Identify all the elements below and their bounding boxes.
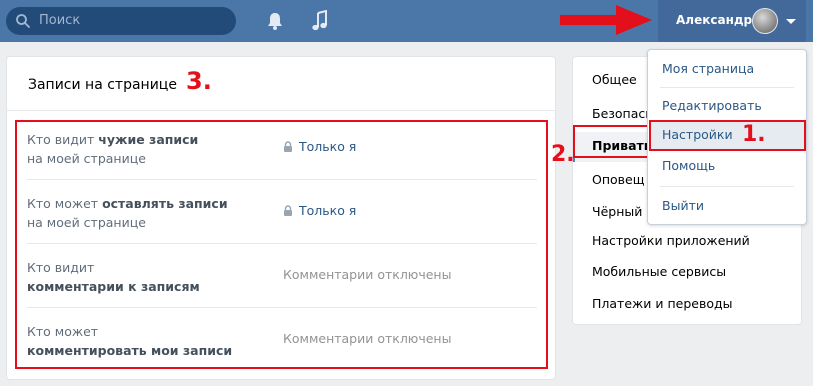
annotation-box-privacy bbox=[573, 125, 651, 158]
divider bbox=[660, 186, 794, 187]
annotation-label-1: 1. bbox=[742, 122, 766, 147]
privacy-posts-panel: Записи на странице 3. Кто видит чужие за… bbox=[6, 56, 556, 380]
menu-item-payments[interactable]: Платежи и переводы bbox=[592, 296, 733, 311]
annotation-arrow-icon bbox=[560, 5, 652, 35]
dropdown-item-logout[interactable]: Выйти bbox=[662, 198, 704, 213]
user-name: Александр bbox=[676, 13, 753, 27]
divider bbox=[7, 110, 555, 111]
search-box[interactable]: Поиск bbox=[6, 7, 236, 35]
top-bar: Поиск Александр bbox=[0, 0, 813, 42]
dropdown-item-help[interactable]: Помощь bbox=[662, 158, 715, 173]
menu-item-blacklist[interactable]: Чёрный с bbox=[592, 204, 653, 219]
chevron-down-icon bbox=[786, 19, 796, 24]
menu-item-security[interactable]: Безопасн bbox=[592, 106, 653, 121]
dropdown-item-my-page[interactable]: Моя страница bbox=[662, 61, 754, 76]
avatar bbox=[752, 8, 778, 34]
page-title: Записи на странице bbox=[28, 77, 177, 93]
divider bbox=[660, 87, 794, 88]
menu-item-notifications[interactable]: Оповещ bbox=[592, 172, 645, 187]
dropdown-item-edit[interactable]: Редактировать bbox=[662, 98, 762, 113]
music-icon[interactable] bbox=[311, 10, 329, 32]
menu-item-app-settings[interactable]: Настройки приложений bbox=[592, 233, 750, 248]
annotation-box-rows bbox=[15, 120, 548, 369]
annotation-label-2: 2. bbox=[551, 142, 575, 167]
menu-item-general[interactable]: Общее bbox=[592, 72, 637, 87]
annotation-box-settings bbox=[649, 120, 806, 151]
user-menu-button[interactable]: Александр bbox=[658, 0, 806, 42]
menu-item-mobile-services[interactable]: Мобильные сервисы bbox=[592, 264, 726, 279]
annotation-label-3: 3. bbox=[186, 67, 212, 95]
search-placeholder: Поиск bbox=[39, 13, 81, 28]
search-icon bbox=[16, 14, 30, 28]
bell-icon[interactable] bbox=[266, 11, 284, 31]
